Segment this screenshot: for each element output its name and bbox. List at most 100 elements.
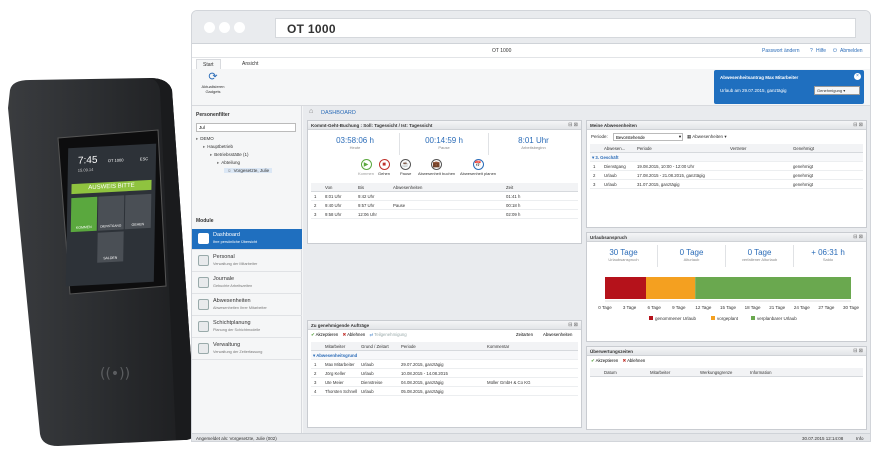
panel-controls-icon[interactable]: ⊟ ⊠: [853, 122, 863, 128]
panel-controls-icon[interactable]: ⊟ ⊠: [568, 322, 578, 328]
tab-start[interactable]: Start: [196, 59, 221, 69]
table-row[interactable]: 3 Urlaub 31.07.2015, ganztägig genehmigt: [590, 180, 863, 189]
module-title: Module: [196, 218, 214, 224]
column-header[interactable]: Information: [750, 370, 772, 375]
column-header[interactable]: Periode: [401, 344, 416, 349]
legend-label: genommener Urlaub: [655, 316, 697, 321]
address-bar[interactable]: OT 1000: [256, 18, 856, 38]
accept-button[interactable]: Akzeptieren: [316, 332, 339, 337]
legend-swatch: [649, 316, 653, 320]
action-pause[interactable]: ☕ Pause: [400, 159, 411, 176]
module-item-personal[interactable]: Personal Verwaltung der Mitarbeiter: [192, 251, 302, 272]
window-dot-1[interactable]: [204, 22, 215, 33]
terminal-btn-gehen[interactable]: GEHEN: [124, 193, 152, 230]
column-header[interactable]: Werkungsgrenze: [700, 370, 732, 375]
terminal-btn-dienstgang[interactable]: DIENSTGANG: [97, 195, 125, 231]
orders-panel: Zu genehmigende Aufträge ⊟ ⊠ ✔ Akzeptier…: [307, 320, 582, 428]
action-gehen[interactable]: ■ Gehen: [378, 159, 390, 176]
panel-controls-icon[interactable]: ⊟ ⊠: [568, 122, 578, 128]
link-help[interactable]: Hilfe: [816, 48, 826, 54]
notification-close-icon[interactable]: ×: [854, 73, 861, 80]
table-row[interactable]: 1 Max Mitarbeiter Urlaub 29.07.2015, ganztä…: [311, 360, 578, 369]
window-dot-2[interactable]: [219, 22, 230, 33]
orders-grid: Mitarbeiter Grund / Zeitart Periode Komment…: [308, 342, 581, 422]
app-title: OT 1000: [492, 48, 512, 54]
approve-button[interactable]: Genehmigung ▾: [814, 86, 860, 95]
column-header[interactable]: Von: [325, 185, 332, 190]
partial-approval-button[interactable]: Teilgenehmigung: [374, 332, 407, 337]
terminal-btn-salden[interactable]: SALDEN: [97, 231, 124, 263]
overtime-accept-button[interactable]: Akzeptieren: [596, 358, 619, 363]
tab-ansicht[interactable]: Ansicht: [236, 59, 264, 69]
panel-controls-icon[interactable]: ⊟ ⊠: [853, 234, 863, 240]
module-icon: [198, 233, 209, 244]
panel-controls-icon[interactable]: ⊟ ⊠: [853, 348, 863, 354]
table-row[interactable]: 3 9:58 Uhr 12:06 Uhr 02:09 h: [311, 210, 578, 219]
module-item-verwaltung[interactable]: Verwaltung Verwaltung der Zeiterfassung: [192, 339, 302, 360]
table-row[interactable]: 2 9:40 Uhr 9:57 Uhr Pause 00:18 h: [311, 201, 578, 210]
column-header[interactable]: Bis: [358, 185, 364, 190]
module-subtitle: Ihre persönliche Übersicht: [213, 240, 258, 244]
column-header[interactable]: Mitarbeiter: [650, 370, 670, 375]
reject-button[interactable]: Ablehnen: [347, 332, 365, 337]
kpi-value: 03:58:06 h: [336, 136, 374, 145]
tick-label: 3 Tage: [623, 305, 637, 310]
filter-zeitarten[interactable]: Zeitarten: [516, 332, 533, 337]
tree-node[interactable]: ▸ Abteilung: [217, 160, 240, 166]
module-title: Dashboard: [213, 232, 240, 238]
tree-node[interactable]: ▸ DEMO: [196, 136, 214, 142]
tree-node[interactable]: ☺ Vorgesetzte, Julie: [224, 168, 273, 173]
tree-node[interactable]: ▸ Hauptbetrieb: [203, 144, 233, 150]
table-cell: 19.08.2015, 10:00 - 12:00 Uhr: [637, 164, 695, 169]
terminal-esc[interactable]: ESC: [140, 156, 148, 161]
column-header[interactable]: Genehmigt: [793, 146, 814, 151]
action-kommen[interactable]: ▶ Kommen: [358, 159, 374, 176]
module-item-abwesenheiten[interactable]: Abwesenheiten Abwesenheiten Ihrer Mitarbe…: [192, 295, 302, 316]
terminal-btn-kommen[interactable]: KOMMEN: [70, 196, 98, 233]
booking-panel: Kommt-Geht-Buchung : Soll: Tagessicht / …: [307, 120, 582, 244]
table-row[interactable]: 1 Dienstgang 19.08.2015, 10:00 - 12:00 Uhr…: [590, 162, 863, 171]
column-header[interactable]: Periode: [637, 146, 652, 151]
module-item-schichtplanung[interactable]: Schichtplanung Planung der Schichtmodelle: [192, 317, 302, 338]
calendar-icon: ▦: [687, 134, 692, 139]
column-header[interactable]: Vertreter: [730, 146, 746, 151]
column-header[interactable]: Abwesen...: [604, 146, 625, 151]
table-row[interactable]: 1 8:01 Uhr 9:42 Uhr 01:41 h: [311, 192, 578, 201]
table-row[interactable]: 2 Jörg Keller Urlaub 10.08.2015 - 14.08.201…: [311, 369, 578, 378]
person-filter-input[interactable]: [196, 123, 296, 132]
group-row[interactable]: ▾ Abwesenheitsgrund: [311, 351, 578, 360]
notification-popup[interactable]: Abwesenheitsantrag Max Mitarbeiter × Url…: [714, 70, 864, 104]
tree-node-icon: ▸: [203, 144, 206, 149]
tree-node-label: Abteilung: [221, 160, 241, 165]
table-cell: 04.08.2015, ganztägig: [401, 380, 444, 385]
group-row[interactable]: ▾ 3. Geschäft: [590, 153, 863, 162]
link-change-password[interactable]: Passwort ändern: [762, 48, 800, 54]
link-logout[interactable]: Abmelden: [840, 48, 863, 54]
table-cell: genehmigt: [793, 164, 814, 169]
period-select[interactable]: Bevorstehende ▾: [613, 133, 683, 141]
absence-type-dropdown[interactable]: ▦ Abwesenheiten ▾: [687, 134, 727, 140]
column-header[interactable]: Grund / Zeitart: [361, 344, 389, 349]
module-icon: [198, 255, 209, 266]
status-info[interactable]: Info: [856, 436, 864, 441]
my-absences-panel: Meine Abwesenheiten ⊟ ⊠ Periode: Bevorst…: [586, 120, 867, 228]
refresh-gadgets-button[interactable]: ⟳ Aktualisieren Gadgets: [198, 71, 228, 103]
action-abwesenheit-buchen[interactable]: 💼 Abwesenheit buchen: [418, 159, 455, 176]
table-row[interactable]: 4 Thorsten Schnell Urlaub 05.08.2015, ganzt…: [311, 387, 578, 396]
action-abwesenheit-planen[interactable]: 📅 Abwesenheit planen: [460, 159, 496, 176]
overtime-reject-button[interactable]: Ablehnen: [627, 358, 645, 363]
table-row[interactable]: 2 Urlaub 17.08.2015 - 21.08.2015, ganztägi…: [590, 171, 863, 180]
tick-label: 30 Tage: [843, 305, 859, 310]
column-header[interactable]: Mitarbeiter: [325, 344, 345, 349]
column-header[interactable]: Datum: [604, 370, 617, 375]
window-dot-3[interactable]: [234, 22, 245, 33]
column-header[interactable]: Kommentar: [487, 344, 509, 349]
column-header[interactable]: Zeit: [506, 185, 513, 190]
column-header[interactable]: Abwesenheiten: [393, 185, 422, 190]
module-item-dashboard[interactable]: Dashboard Ihre persönliche Übersicht: [192, 229, 302, 250]
filter-abwesenheiten[interactable]: Abwesenheiten: [543, 332, 572, 337]
table-row[interactable]: 3 Ute Meier Dienstreise 04.08.2015, ganztäg…: [311, 378, 578, 387]
tree-node[interactable]: ▸ Betriebsstätte (1): [210, 152, 249, 158]
module-item-journale[interactable]: Journale Gebuchte Arbeitszeiten: [192, 273, 302, 294]
table-cell: Urlaub: [604, 173, 617, 178]
